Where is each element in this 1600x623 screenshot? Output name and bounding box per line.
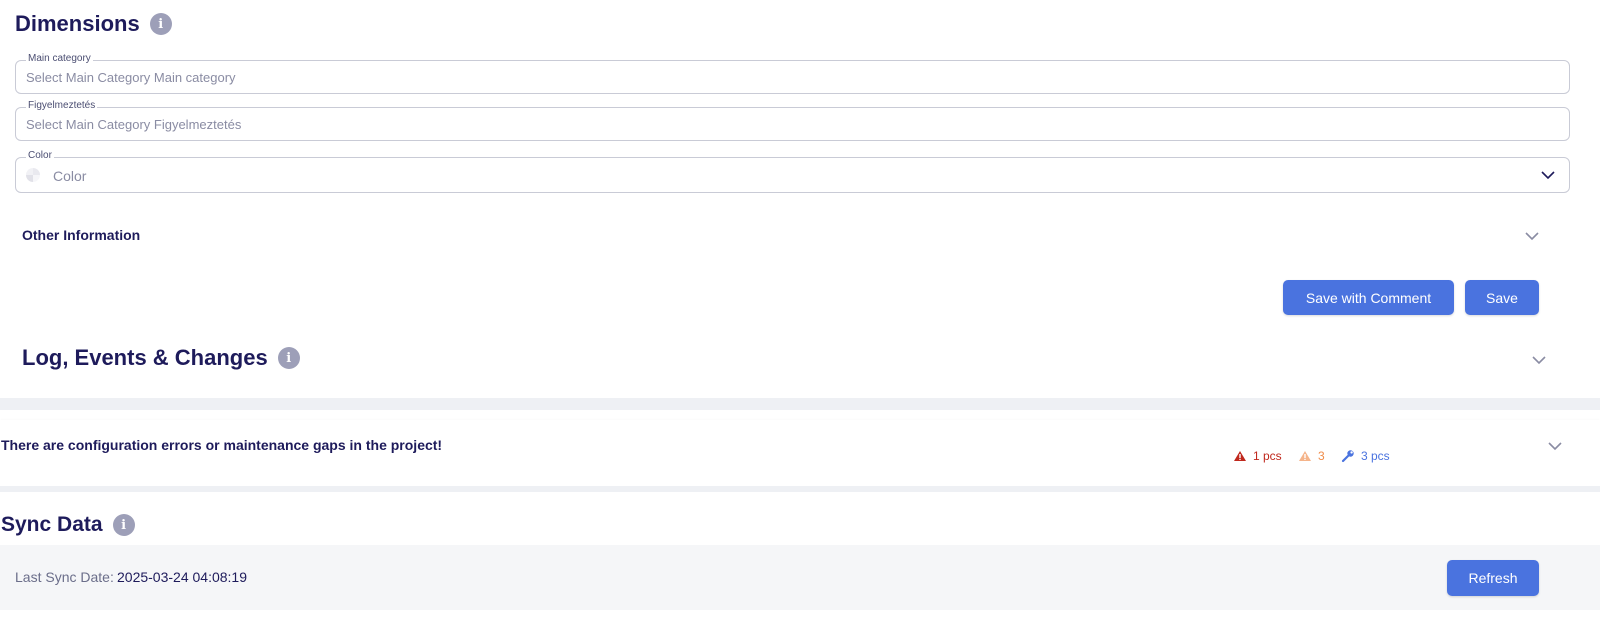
- color-select[interactable]: Color Color: [15, 149, 1570, 193]
- warning-triangle-icon: [1299, 451, 1311, 461]
- error-badge[interactable]: 1 pcs: [1233, 449, 1282, 463]
- sync-title: Sync Data: [1, 513, 103, 536]
- save-button[interactable]: Save: [1465, 280, 1539, 315]
- chevron-down-icon[interactable]: [1532, 356, 1546, 365]
- save-with-comment-button[interactable]: Save with Comment: [1283, 280, 1454, 315]
- section-divider: [0, 398, 1600, 410]
- chevron-down-icon[interactable]: [1525, 232, 1539, 241]
- figyelmeztetes-placeholder: Select Main Category Figyelmeztetés: [26, 117, 242, 132]
- section-divider: [0, 486, 1600, 492]
- error-triangle-icon: [1234, 451, 1246, 461]
- info-icon[interactable]: i: [277, 347, 300, 369]
- last-sync-label: Last Sync Date:: [15, 569, 114, 585]
- error-count: 1 pcs: [1253, 449, 1282, 463]
- maintenance-count: 3 pcs: [1361, 449, 1390, 463]
- chevron-down-icon[interactable]: [1541, 171, 1555, 180]
- color-label: Color: [26, 149, 54, 163]
- other-information-label: Other Information: [22, 227, 141, 243]
- sync-bar: Last Sync Date: 2025-03-24 04:08:19: [0, 545, 1600, 610]
- log-title: Log, Events & Changes: [22, 345, 268, 370]
- info-icon[interactable]: i: [149, 13, 172, 35]
- other-information-section[interactable]: Other Information: [22, 225, 1547, 247]
- refresh-button[interactable]: Refresh: [1447, 560, 1539, 596]
- main-category-field[interactable]: Main category Select Main Category Main …: [15, 52, 1570, 94]
- warnings-message: There are configuration errors or mainte…: [1, 437, 443, 453]
- sync-header: Sync Data i: [1, 511, 135, 539]
- maintenance-badge[interactable]: 3 pcs: [1341, 449, 1390, 463]
- figyelmeztetes-field[interactable]: Figyelmeztetés Select Main Category Figy…: [15, 99, 1570, 141]
- dimensions-title: Dimensions: [15, 11, 140, 36]
- chevron-down-icon[interactable]: [1548, 442, 1562, 451]
- warning-count: 3: [1318, 449, 1325, 463]
- color-swatch-icon: [26, 168, 40, 182]
- info-icon[interactable]: i: [112, 514, 135, 536]
- color-placeholder: Color: [53, 168, 87, 184]
- wrench-icon: [1341, 450, 1354, 463]
- warning-badge[interactable]: 3: [1298, 449, 1325, 463]
- log-header[interactable]: Log, Events & Changes i: [22, 343, 1552, 373]
- main-category-placeholder: Select Main Category Main category: [26, 70, 236, 85]
- dimensions-header: Dimensions i: [15, 10, 172, 38]
- last-sync-value: 2025-03-24 04:08:19: [117, 569, 247, 585]
